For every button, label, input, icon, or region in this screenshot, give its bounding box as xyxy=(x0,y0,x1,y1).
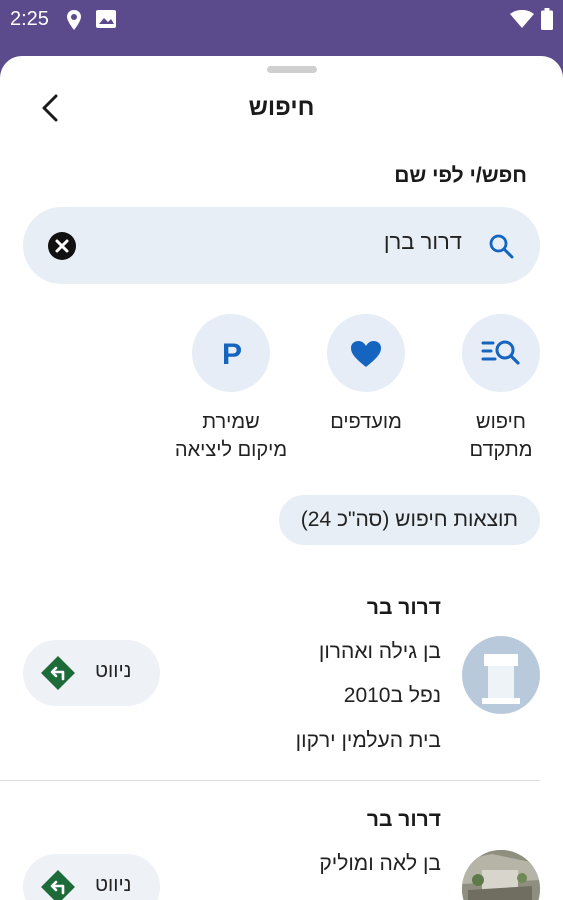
grave-photo-icon xyxy=(462,850,540,900)
result-cemetery: בית העלמין ירקון xyxy=(295,729,441,752)
search-sheet: חיפוש חפש/י לפי שם דרור ברן חיפוש מתקדם xyxy=(0,56,563,900)
search-by-name-label: חפש/י לפי שם xyxy=(394,164,527,187)
search-input[interactable]: דרור ברן xyxy=(122,229,462,255)
divider xyxy=(0,780,540,781)
gallery-icon xyxy=(96,10,116,28)
navigate-label: ניווט xyxy=(95,874,132,896)
quick-action-save-parking[interactable]: P שמירת מיקום ליציאה xyxy=(175,314,287,461)
svg-text:P: P xyxy=(222,338,242,368)
save-parking-button[interactable]: P xyxy=(192,314,270,392)
status-time: 2:25 xyxy=(10,8,49,30)
save-parking-label-line1: שמירת xyxy=(202,411,260,433)
navigate-label: ניווט xyxy=(95,660,132,682)
favorites-button[interactable] xyxy=(327,314,405,392)
grave-placeholder-icon xyxy=(482,654,520,704)
advanced-search-label: חיפוש מתקדם xyxy=(455,408,547,464)
result-item[interactable]: דרור בר בן לאה ומוליק ניווט xyxy=(0,796,563,900)
result-name: דרור בר xyxy=(366,808,441,831)
search-icon[interactable] xyxy=(488,233,514,259)
heart-icon xyxy=(351,341,381,367)
save-parking-label: שמירת מיקום ליציאה xyxy=(163,408,299,464)
avatar xyxy=(462,850,540,900)
result-item[interactable]: דרור בר בן גילה ואהרון נפל ב2010 בית העל… xyxy=(0,584,563,780)
search-bar[interactable]: דרור ברן xyxy=(23,207,540,284)
advanced-search-icon xyxy=(481,340,520,365)
avatar xyxy=(462,636,540,714)
advanced-search-label-line1: חיפוש xyxy=(476,411,526,433)
favorites-label-line1: מועדפים xyxy=(330,411,402,433)
advanced-search-button[interactable] xyxy=(462,314,540,392)
save-parking-label-line2: מיקום ליציאה xyxy=(174,439,288,461)
close-icon xyxy=(55,239,69,253)
result-name: דרור בר xyxy=(366,596,441,619)
turn-left-arrow-icon xyxy=(41,870,75,900)
navigate-button[interactable]: ניווט xyxy=(23,854,160,900)
advanced-search-label-line2: מתקדם xyxy=(469,439,533,461)
results-count-chip: תוצאות חיפוש (סה"כ 24) xyxy=(278,495,540,545)
drag-handle[interactable] xyxy=(267,66,317,73)
result-parents: בן לאה ומוליק xyxy=(319,852,441,875)
battery-icon xyxy=(541,8,553,30)
turn-left-arrow-icon xyxy=(41,656,75,690)
quick-action-advanced-search[interactable]: חיפוש מתקדם xyxy=(461,314,541,461)
result-parents: בן גילה ואהרון xyxy=(318,640,441,663)
page-title: חיפוש xyxy=(248,94,315,121)
favorites-label: מועדפים xyxy=(316,408,416,436)
navigate-button[interactable]: ניווט xyxy=(23,640,160,706)
result-fallen-year: נפל ב2010 xyxy=(343,684,441,707)
clear-search-button[interactable] xyxy=(48,232,76,260)
quick-action-favorites[interactable]: מועדפים xyxy=(326,314,406,433)
location-icon xyxy=(67,10,81,30)
status-bar: 2:25 xyxy=(0,0,563,40)
wifi-icon xyxy=(510,10,534,28)
parking-icon: P xyxy=(222,338,242,368)
